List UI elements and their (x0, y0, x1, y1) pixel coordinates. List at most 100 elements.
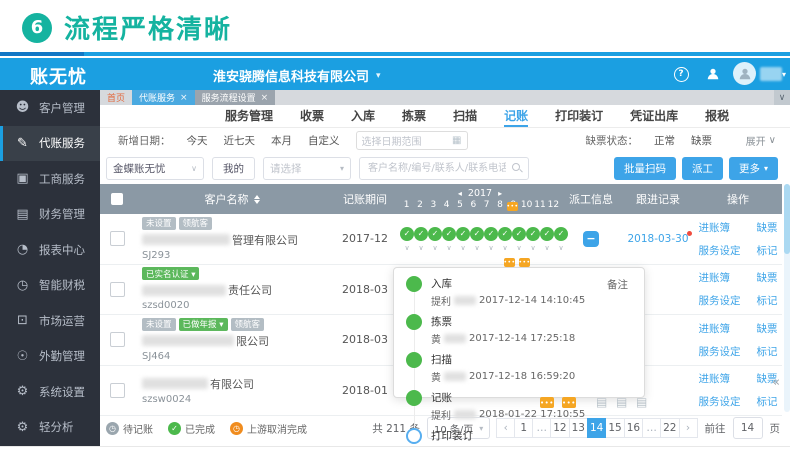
comment-bubble-icon[interactable]: ••• (506, 202, 518, 211)
chevron-down-icon[interactable]: ∨ (432, 244, 437, 251)
open-ledger-link[interactable]: 进账簿 (699, 371, 741, 386)
month-status[interactable]: ✓ ∨ (400, 226, 414, 251)
mark-link[interactable]: 标记 (757, 243, 778, 258)
sidebar-item[interactable]: ⚙ 轻分析 (0, 410, 100, 446)
lack-ticket-link[interactable]: 缺票 (757, 321, 778, 336)
tab-home[interactable]: 首页 (100, 90, 132, 105)
month-status[interactable]: ✓ ∨ (484, 226, 498, 251)
chevron-down-icon[interactable]: ∨ (446, 244, 451, 251)
row-checkbox[interactable] (109, 332, 125, 348)
sidebar-item[interactable]: ▣ 工商服务 (0, 161, 100, 197)
row-checkbox[interactable] (109, 281, 125, 297)
menu-tab[interactable]: 收票 (300, 105, 324, 127)
month-status[interactable]: ✓ ∨ (442, 226, 456, 251)
sidebar-item[interactable]: ✎ 代账服务 (0, 125, 100, 161)
help-button[interactable]: ? (672, 65, 690, 83)
org-select[interactable]: 金蝶账无忧 ∨ (106, 156, 204, 180)
lack-ticket-link[interactable]: 缺票 (757, 270, 778, 285)
open-ledger-link[interactable]: 进账簿 (699, 270, 741, 285)
row-checkbox[interactable] (109, 231, 125, 247)
date-option[interactable]: 今天 (187, 133, 208, 148)
customer-tag[interactable]: 未设置 (142, 216, 176, 230)
comment-bubble-icon[interactable]: ••• (540, 397, 554, 408)
prev-year-icon[interactable]: ◂ (458, 189, 462, 198)
user-button[interactable] (704, 65, 722, 83)
select-all-checkbox[interactable] (111, 193, 123, 205)
sidebar-item[interactable]: ☻ 客户管理 (0, 90, 100, 126)
customer-tag[interactable]: 未设置 (142, 317, 176, 331)
page-button[interactable]: … (642, 418, 662, 438)
open-ledger-link[interactable]: 进账簿 (699, 321, 741, 336)
month-status[interactable]: ✓ ∨ (526, 226, 540, 251)
row-checkbox[interactable] (109, 382, 125, 398)
service-setting-link[interactable]: 服务设定 (699, 394, 741, 409)
scrollbar[interactable] (784, 184, 790, 412)
lack-option[interactable]: 正常 (654, 133, 675, 148)
voucher-doc-icon[interactable]: ▤ (596, 395, 607, 409)
chevron-down-icon[interactable]: ∨ (516, 244, 521, 251)
next-year-icon[interactable]: ▸ (498, 189, 502, 198)
chevron-down-icon[interactable]: ∨ (530, 244, 535, 251)
goto-page-input[interactable] (732, 417, 763, 439)
expand-filters-link[interactable]: 展开 ∨ (746, 133, 776, 148)
search-input[interactable] (366, 161, 508, 175)
open-tab[interactable]: 代账服务 × (132, 90, 195, 105)
service-setting-link[interactable]: 服务设定 (699, 243, 741, 258)
month-status[interactable]: ✓ ∨ (428, 226, 442, 251)
collapse-panel-icon[interactable]: « (772, 375, 780, 390)
month-status[interactable]: ✓ ∨ (456, 226, 470, 251)
menu-tab[interactable]: 拣票 (402, 105, 426, 127)
close-icon[interactable]: × (261, 93, 269, 103)
comment-bubble-icon[interactable]: ••• (503, 258, 515, 267)
month-status[interactable]: ✓ ∨ (512, 226, 526, 251)
menu-tab[interactable]: 记账 (504, 105, 529, 127)
chevron-down-icon[interactable]: ∨ (544, 244, 549, 251)
mark-link[interactable]: 标记 (757, 293, 778, 308)
sort-icon[interactable] (253, 194, 260, 204)
date-option[interactable]: 自定义 (308, 133, 340, 148)
follow-date[interactable]: 2018-03-30 (627, 233, 688, 245)
chevron-down-icon[interactable]: ∨ (460, 244, 465, 251)
sidebar-item[interactable]: ▤ 财务管理 (0, 197, 100, 233)
batch-scan-button[interactable]: 批量扫码 (613, 156, 676, 180)
company-selector[interactable]: 淮安骁腾信息科技有限公司 ▾ (213, 66, 381, 85)
open-ledger-link[interactable]: 进账簿 (699, 220, 741, 235)
month-status[interactable]: ✓ ∨ (470, 226, 484, 251)
category-select[interactable]: 请选择 ▾ (263, 156, 351, 180)
lack-ticket-link[interactable]: 缺票 (757, 220, 778, 235)
chevron-down-icon[interactable]: ▾ (782, 70, 786, 79)
chevron-down-icon[interactable]: ∨ (502, 244, 507, 251)
customer-tag[interactable]: 领航客 (230, 317, 265, 331)
menu-tab[interactable]: 扫描 (453, 105, 477, 127)
voucher-doc-icon[interactable]: ▤ (616, 395, 627, 409)
page-button[interactable]: 22 (660, 418, 680, 438)
search-icon[interactable] (512, 163, 522, 173)
menu-tab[interactable]: 入库 (351, 105, 375, 127)
sidebar-item[interactable]: ⊡ 市场运营 (0, 303, 100, 339)
comment-bubble-icon[interactable]: ••• (562, 397, 576, 408)
menu-tab[interactable]: 报税 (705, 105, 729, 127)
avatar[interactable] (733, 62, 756, 85)
date-option[interactable]: 本月 (271, 133, 292, 148)
page-button[interactable]: › (678, 418, 698, 438)
service-setting-link[interactable]: 服务设定 (699, 344, 741, 359)
mark-link[interactable]: 标记 (757, 344, 778, 359)
customer-search[interactable] (359, 156, 529, 180)
more-button[interactable]: 更多 ▾ (728, 156, 778, 180)
sidebar-item[interactable]: ◔ 报表中心 (0, 232, 100, 268)
dispatch-button[interactable]: 派工 (681, 156, 723, 180)
month-status[interactable]: ✓ ∨ (414, 226, 428, 251)
month-status[interactable]: ✓ ∨ (498, 226, 512, 251)
chevron-down-icon[interactable]: ∨ (488, 244, 493, 251)
lack-option[interactable]: 缺票 (691, 133, 712, 148)
chevron-down-icon[interactable]: ∨ (404, 244, 409, 251)
sidebar-item[interactable]: ◷ 智能财税 (0, 268, 100, 304)
comment-bubble-icon[interactable]: ••• (518, 258, 530, 267)
sidebar-item[interactable]: ☉ 外勤管理 (0, 339, 100, 375)
customer-tag[interactable]: 已做年报 ▾ (178, 317, 228, 331)
dispatch-badge[interactable]: − (583, 230, 599, 247)
date-range-picker[interactable]: 选择日期范围 ▦ (355, 130, 468, 150)
chevron-down-icon[interactable]: ∨ (474, 244, 479, 251)
month-status[interactable]: ✓ ∨ (540, 226, 554, 251)
menu-tab[interactable]: 凭证出库 (630, 105, 678, 127)
